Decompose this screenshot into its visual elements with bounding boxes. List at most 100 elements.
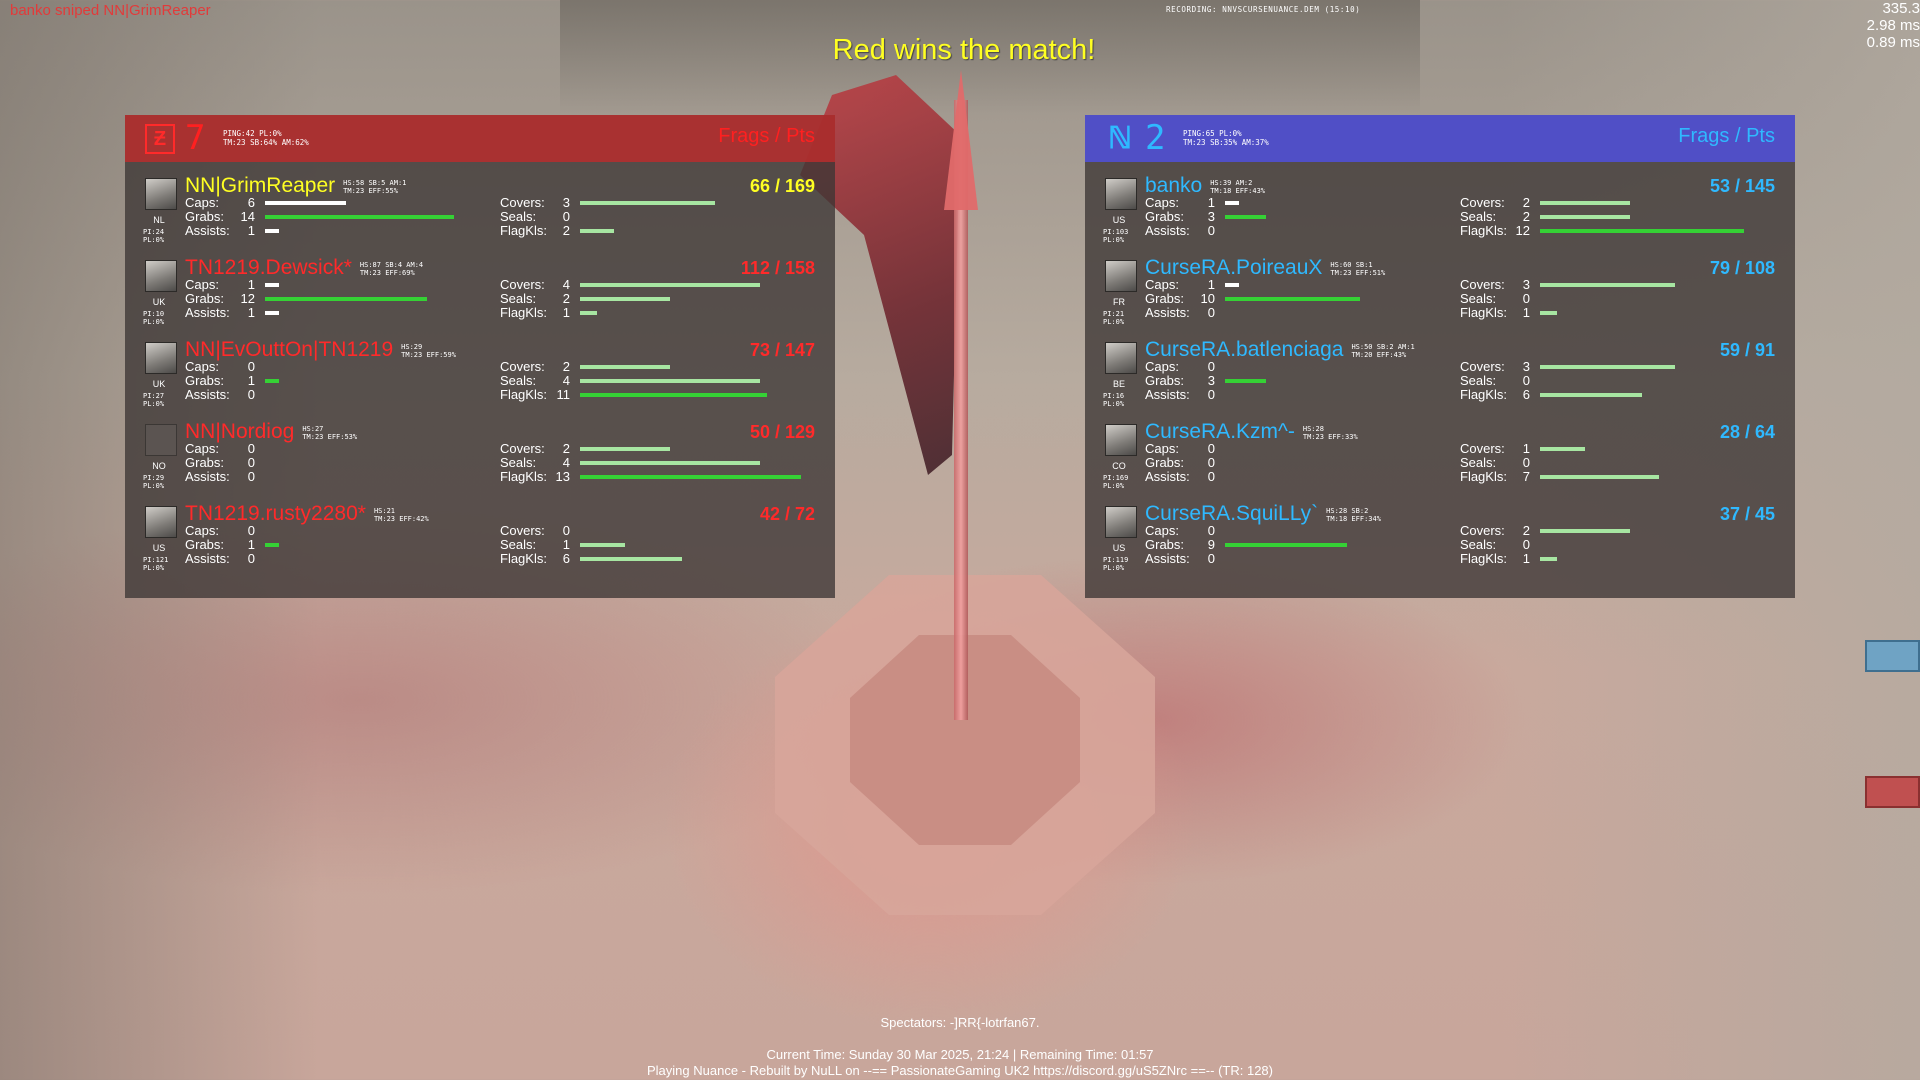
stat-value: 1 xyxy=(247,373,255,388)
player-avatar xyxy=(1105,260,1137,292)
blue-team-stats: PING:65 PL:0% TM:23 SB:35% AM:37% xyxy=(1183,129,1269,147)
player-row: NO PI:29 PL:0% NN|Nordiog HS:27 TM:23 EFF:5… xyxy=(125,420,835,502)
stat-bar xyxy=(580,393,767,397)
stat-covers: Covers: 3 xyxy=(1460,360,1780,374)
player-avatar xyxy=(1105,424,1137,456)
stat-label: Assists: xyxy=(185,469,230,484)
stat-label: Caps: xyxy=(185,441,219,456)
stat-grabs: Grabs: 10 xyxy=(1145,292,1455,306)
player-mini-stats: HS:60 SB:1 TM:23 EFF:51% xyxy=(1330,261,1386,277)
stat-label: Grabs: xyxy=(1145,455,1185,470)
country-flag-icon: FR xyxy=(1113,297,1125,307)
stat-value: 4 xyxy=(562,455,570,470)
stat-assists: Assists: 0 xyxy=(1145,470,1455,484)
stat-value: 0 xyxy=(1207,551,1215,566)
stat-value: 3 xyxy=(1522,277,1530,292)
kill-feed: banko sniped NN|GrimReaper xyxy=(10,2,211,19)
stat-label: FlagKls: xyxy=(500,387,547,402)
country-flag-icon: US xyxy=(152,543,166,553)
stat-label: Caps: xyxy=(1145,359,1179,374)
player-ping-info: PI:27 PL:0% xyxy=(143,392,165,408)
stat-bar xyxy=(265,297,427,301)
player-avatar xyxy=(145,178,177,210)
stat-label: Assists: xyxy=(1145,223,1190,238)
player-ping-info: PI:24 PL:0% xyxy=(143,228,165,244)
stat-value: 7 xyxy=(1522,469,1530,484)
stat-label: Grabs: xyxy=(1145,209,1185,224)
stat-label: Grabs: xyxy=(1145,291,1185,306)
country-flag-icon: CO xyxy=(1112,461,1126,471)
player-mini-stats: HS:29 TM:23 EFF:59% xyxy=(401,343,456,359)
stat-value: 3 xyxy=(562,195,570,210)
stat-label: FlagKls: xyxy=(1460,305,1507,320)
stat-label: Assists: xyxy=(185,305,230,320)
stat-value: 1 xyxy=(1522,305,1530,320)
stat-caps: Caps: 0 xyxy=(1145,442,1455,456)
red-team-stats: PING:42 PL:0% TM:23 SB:64% AM:62% xyxy=(223,129,309,147)
stat-grabs: Grabs: 0 xyxy=(185,456,495,470)
stat-covers: Covers: 4 xyxy=(500,278,820,292)
country-flag-icon: UK xyxy=(152,297,166,307)
stat-label: Covers: xyxy=(500,359,545,374)
stat-label: Grabs: xyxy=(1145,537,1185,552)
stat-caps: Caps: 1 xyxy=(1145,196,1455,210)
stat-bar xyxy=(1225,201,1239,205)
stat-flagkls: FlagKls: 7 xyxy=(1460,470,1780,484)
stat-flagkls: FlagKls: 11 xyxy=(500,388,820,402)
stat-bar xyxy=(1540,447,1585,451)
stat-value: 0 xyxy=(247,387,255,402)
server-info: Playing Nuance - Rebuilt by NuLL on --==… xyxy=(647,1063,1273,1078)
player-frags-pts: 42 / 72 xyxy=(759,504,815,524)
stat-value: 1 xyxy=(247,277,255,292)
player-mini-stats: HS:87 SB:4 AM:4 TM:23 EFF:69% xyxy=(359,261,424,277)
stat-value: 2 xyxy=(562,359,570,374)
stat-value: 0 xyxy=(1522,455,1530,470)
stat-value: 6 xyxy=(1522,387,1530,402)
stat-caps: Caps: 6 xyxy=(185,196,495,210)
stat-value: 10 xyxy=(1200,291,1215,306)
stat-caps: Caps: 0 xyxy=(1145,360,1455,374)
red-team-logo-icon: Ƶ xyxy=(145,124,175,154)
player-mini-stats: HS:28 SB:2 TM:18 EFF:34% xyxy=(1326,507,1381,523)
stat-bar xyxy=(580,379,760,383)
blue-team-header: ℕ 2 PING:65 PL:0% TM:23 SB:35% AM:37% Fr… xyxy=(1085,115,1795,162)
stat-label: Grabs: xyxy=(185,291,225,306)
stat-label: Seals: xyxy=(500,373,537,388)
stat-covers: Covers: 2 xyxy=(1460,196,1780,210)
stat-grabs: Grabs: 12 xyxy=(185,292,495,306)
stat-bar xyxy=(1540,201,1630,205)
player-mini-stats: HS:21 TM:23 EFF:42% xyxy=(373,507,429,523)
player-frags-pts: 28 / 64 xyxy=(1719,422,1775,442)
stat-label: Assists: xyxy=(185,551,230,566)
player-row: US PI:119 PL:0% CurseRA.SquiLLy` HS:28 SB:2… xyxy=(1085,502,1795,584)
fps-readout: 335.3 xyxy=(1882,0,1920,17)
stat-label: Assists: xyxy=(1145,387,1190,402)
stat-label: Seals: xyxy=(500,455,537,470)
stat-label: Seals: xyxy=(1460,373,1497,388)
stat-value: 2 xyxy=(562,291,570,306)
stat-bar xyxy=(265,229,279,233)
stat-label: Covers: xyxy=(1460,277,1505,292)
stat-assists: Assists: 1 xyxy=(185,306,495,320)
player-ping-info: PI:10 PL:0% xyxy=(143,310,165,326)
stat-value: 1 xyxy=(1522,441,1530,456)
stat-bar xyxy=(1225,297,1360,301)
stat-label: Caps: xyxy=(185,195,219,210)
stat-seals: Seals: 4 xyxy=(500,456,820,470)
country-flag-icon: BE xyxy=(1112,379,1125,389)
player-row: BE PI:16 PL:0% CurseRA.batlenciaga HS:50 SB… xyxy=(1085,338,1795,420)
spectators-list: Spectators: -]RR{-lotrfan67. xyxy=(880,1015,1040,1030)
stat-label: Covers: xyxy=(1460,441,1505,456)
stat-bar xyxy=(265,283,279,287)
player-frags-pts: 112 / 158 xyxy=(740,258,815,278)
stat-value: 1 xyxy=(1207,277,1215,292)
stat-value: 3 xyxy=(1207,209,1215,224)
stat-caps: Caps: 0 xyxy=(185,442,495,456)
player-row: US PI:121 PL:0% TN1219.rusty2280* HS:21 TM:… xyxy=(125,502,835,584)
red-team-scoreboard: Ƶ 7 PING:42 PL:0% TM:23 SB:64% AM:62% Fr… xyxy=(125,115,835,598)
stat-assists: Assists: 1 xyxy=(185,224,495,238)
stat-value: 1 xyxy=(562,537,570,552)
stat-label: FlagKls: xyxy=(1460,223,1507,238)
stat-caps: Caps: 0 xyxy=(185,360,495,374)
player-ping-info: PI:119 PL:0% xyxy=(1103,556,1129,572)
